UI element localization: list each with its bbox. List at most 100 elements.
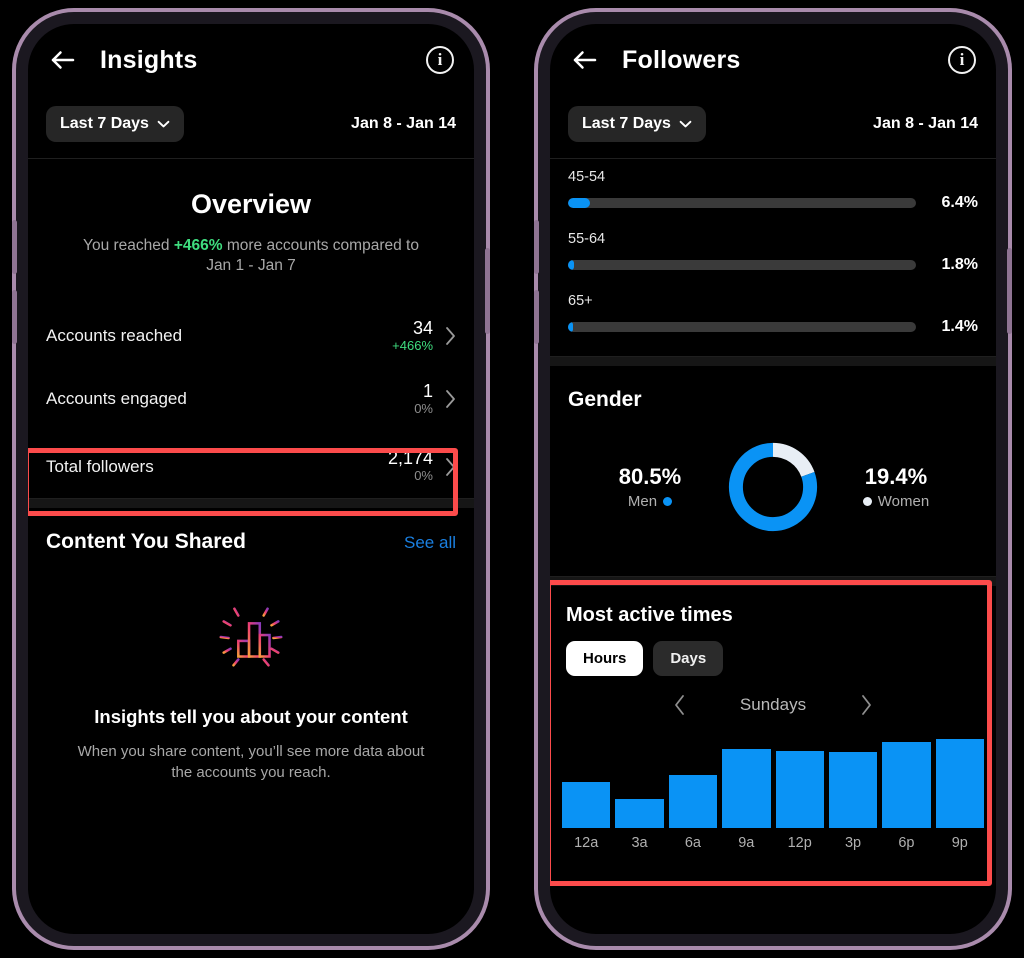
- hourly-bars: [562, 732, 984, 828]
- section-title: Gender: [568, 388, 642, 411]
- volume-down-button[interactable]: [534, 290, 539, 344]
- page-title: Followers: [622, 45, 741, 74]
- hourly-bar-label: 3a: [631, 835, 648, 851]
- progress-track: [568, 198, 916, 208]
- hourly-bar-label: 9a: [738, 835, 755, 851]
- volume-up-button[interactable]: [534, 220, 539, 274]
- section-gap: [550, 357, 996, 366]
- age-range-bar: 1.4%: [568, 318, 978, 336]
- stat-label: Accounts reached: [46, 326, 183, 346]
- age-range-percent: 1.8%: [941, 256, 978, 273]
- screenshot-stage: Insights i Last 7 Days Jan 8 - Jan 14 Ov…: [0, 0, 1024, 958]
- back-arrow-icon[interactable]: [48, 45, 78, 75]
- date-filter-dropdown[interactable]: Last 7 Days: [568, 106, 706, 142]
- stat-row-accounts-reached[interactable]: Accounts reached 34 +466%: [28, 305, 474, 368]
- hourly-bar-label: 12a: [574, 835, 599, 851]
- date-filter-label: Last 7 Days: [60, 115, 149, 132]
- section-title: Content You Shared: [46, 530, 246, 554]
- age-range-percent: 1.4%: [941, 318, 978, 335]
- content-shared-empty-state: Insights tell you about your content Whe…: [28, 564, 474, 783]
- see-all-link[interactable]: See all: [404, 533, 456, 553]
- hourly-bar-label: 6p: [898, 835, 915, 851]
- date-range-label: Jan 8 - Jan 14: [351, 115, 456, 132]
- men-color-dot: [663, 497, 673, 507]
- age-range-row: 65+ 1.4%: [568, 293, 978, 336]
- hourly-activity-chart: 12a 3a 6a 9a 12p 3p 6p 9p: [550, 722, 996, 851]
- back-arrow-icon[interactable]: [570, 45, 600, 75]
- age-range-row: 55-64 1.8%: [568, 231, 978, 274]
- empty-state-heading: Insights tell you about your content: [94, 706, 408, 728]
- progress-fill: [568, 322, 573, 332]
- stat-value: 2,174: [387, 448, 433, 468]
- section-gap: [28, 499, 474, 509]
- followers-appbar: Followers i: [550, 24, 996, 96]
- progress-track: [568, 322, 916, 332]
- age-range-bar: 1.8%: [568, 256, 978, 274]
- chevron-right-icon[interactable]: [860, 694, 872, 716]
- phone-screen-followers: Followers i Last 7 Days Jan 8 - Jan 14 4…: [550, 24, 996, 934]
- hourly-bar: [722, 749, 771, 828]
- gender-women-legend: 19.4% Women: [848, 464, 944, 510]
- hourly-bar-label: 9p: [951, 835, 968, 851]
- age-range-label: 45-54: [568, 169, 606, 185]
- hourly-bar: [882, 741, 931, 828]
- most-active-tabs: Hours Days: [550, 627, 996, 676]
- women-label: Women: [877, 493, 930, 511]
- date-range-label: Jan 8 - Jan 14: [873, 115, 978, 132]
- section-title: Most active times: [566, 604, 733, 626]
- men-percent: 80.5%: [618, 463, 682, 489]
- stat-row-accounts-engaged[interactable]: Accounts engaged 1 0%: [28, 368, 474, 431]
- summary-compare-range: Jan 1 - Jan 7: [206, 257, 296, 275]
- summary-suffix: more accounts compared to: [222, 237, 419, 254]
- age-ranges-list: 45-54 6.4% 55-64 1.8% 65+ 1.4%: [550, 159, 996, 356]
- volume-up-button[interactable]: [12, 220, 17, 274]
- chevron-left-icon[interactable]: [674, 694, 686, 716]
- stat-label: Total followers: [46, 456, 154, 476]
- info-icon[interactable]: i: [948, 46, 976, 74]
- power-button[interactable]: [485, 248, 490, 334]
- age-range-label: 65+: [568, 293, 593, 309]
- chevron-down-icon: [679, 120, 692, 128]
- men-label-row: Men: [602, 493, 698, 510]
- hourly-bar-label: 12p: [787, 835, 812, 851]
- insights-appbar: Insights i: [28, 24, 474, 96]
- phone-device-insights: Insights i Last 7 Days Jan 8 - Jan 14 Ov…: [12, 8, 490, 950]
- content-shared-card: Content You Shared See all Insights tell…: [28, 508, 474, 784]
- gender-card: Gender 80.5% Men 19.4% Women: [550, 366, 996, 576]
- stat-delta: 0%: [414, 468, 433, 484]
- men-label: Men: [627, 493, 658, 511]
- stat-row-total-followers[interactable]: Total followers 2,174 0%: [28, 435, 474, 498]
- insights-date-row: Last 7 Days Jan 8 - Jan 14: [28, 96, 474, 158]
- age-range-bar: 6.4%: [568, 194, 978, 212]
- hourly-bar: [668, 775, 718, 828]
- power-button[interactable]: [1007, 248, 1012, 334]
- volume-down-button[interactable]: [12, 290, 17, 344]
- most-active-times-card: Most active times Hours Days Sundays 12a…: [550, 580, 996, 886]
- date-filter-label: Last 7 Days: [582, 115, 671, 132]
- progress-fill: [568, 198, 591, 208]
- hourly-bar-label: 6a: [684, 835, 701, 851]
- stat-value: 1: [422, 380, 433, 401]
- phone-screen-insights: Insights i Last 7 Days Jan 8 - Jan 14 Ov…: [28, 24, 474, 934]
- bar-chart-sparkle-icon: [219, 602, 283, 672]
- age-range-percent: 6.4%: [941, 194, 978, 211]
- age-ranges-card: 45-54 6.4% 55-64 1.8% 65+ 1.4%: [550, 159, 996, 356]
- content-shared-header: Content You Shared See all: [28, 508, 474, 564]
- chevron-right-icon: [446, 390, 455, 409]
- stat-values: 1 0%: [414, 381, 433, 418]
- stat-values: 2,174 0%: [388, 448, 433, 485]
- phone-device-followers: Followers i Last 7 Days Jan 8 - Jan 14 4…: [534, 8, 1012, 950]
- page-title: Insights: [100, 45, 198, 74]
- progress-track: [568, 260, 916, 270]
- date-filter-dropdown[interactable]: Last 7 Days: [46, 106, 184, 142]
- women-color-dot: [862, 497, 872, 507]
- gender-men-legend: 80.5% Men: [602, 464, 698, 510]
- chevron-right-icon: [446, 327, 455, 346]
- overview-card: Overview You reached +466% more accounts…: [28, 159, 474, 516]
- hourly-bar-labels: 12a 3a 6a 9a 12p 3p 6p 9p: [562, 828, 984, 851]
- tab-hours[interactable]: Hours: [566, 641, 644, 676]
- women-percent: 19.4%: [864, 463, 928, 489]
- tab-days[interactable]: Days: [653, 641, 724, 676]
- overview-title: Overview: [190, 189, 312, 219]
- info-icon[interactable]: i: [426, 46, 454, 74]
